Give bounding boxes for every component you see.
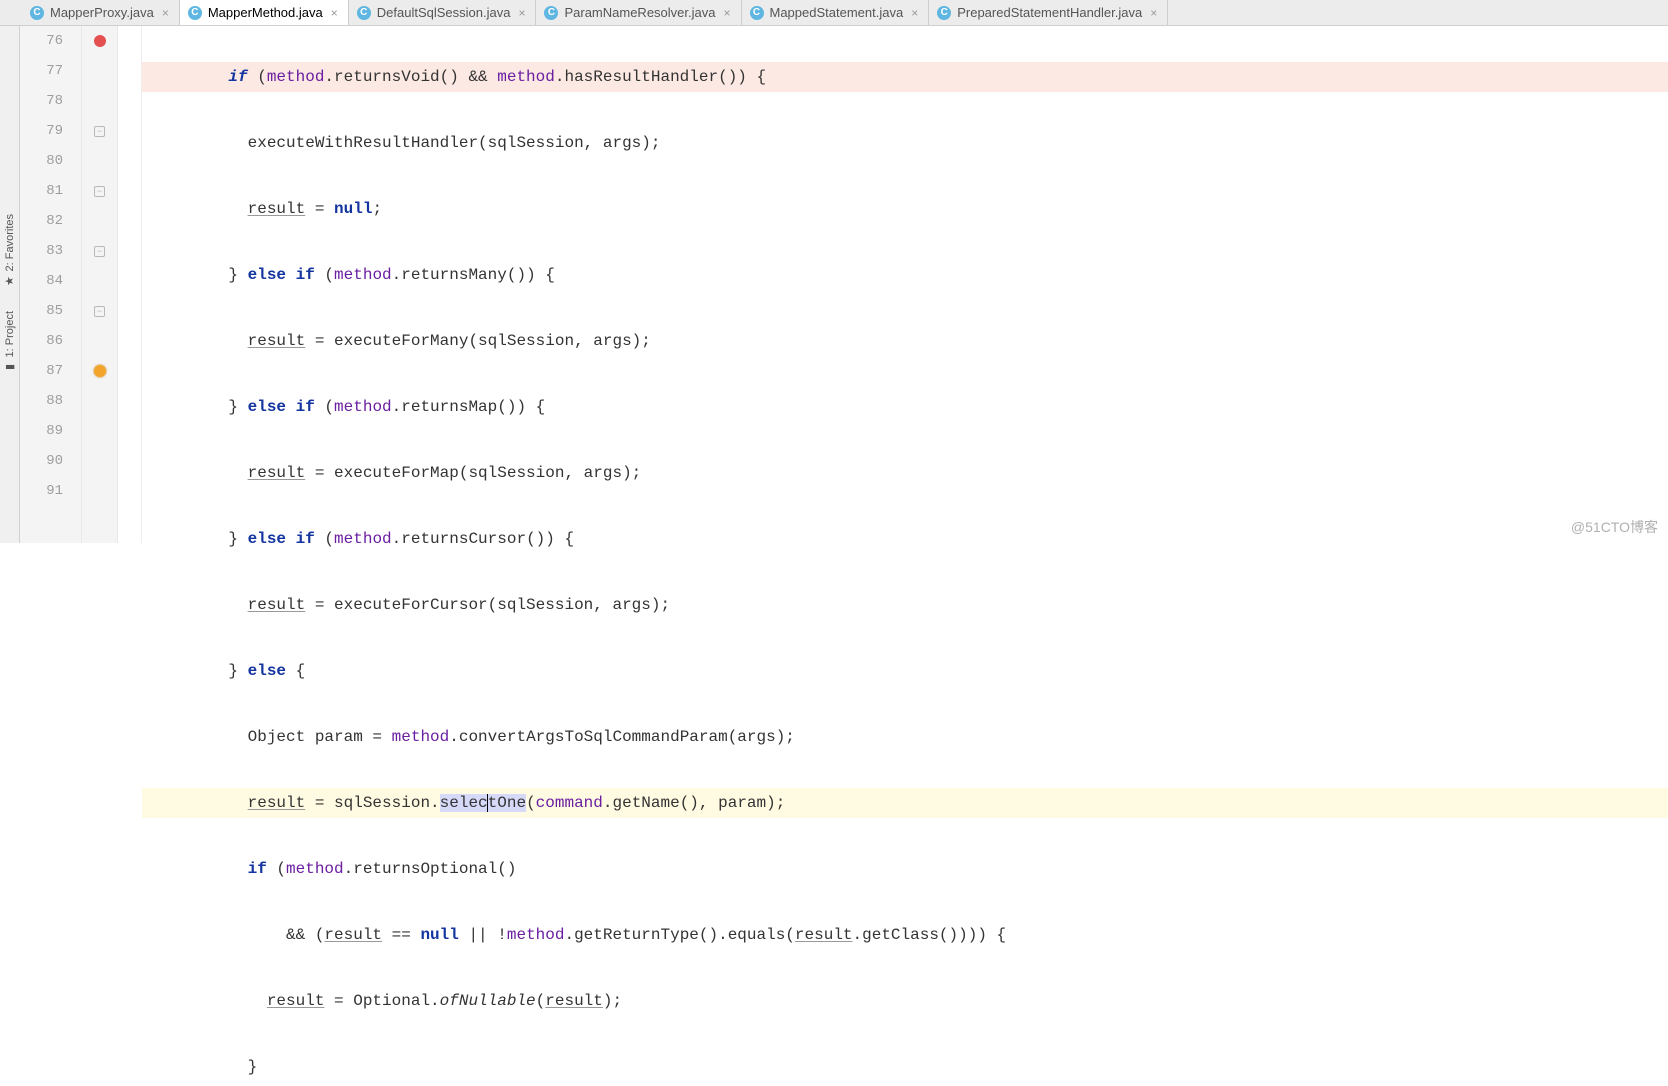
tab-preparedstatementhandler[interactable]: C PreparedStatementHandler.java × [929,0,1168,25]
code-line: } [142,1052,1668,1082]
line-number: 90 [20,446,63,476]
tab-label: ParamNameResolver.java [564,5,715,20]
tab-mappedstatement[interactable]: C MappedStatement.java × [742,0,930,25]
close-icon[interactable]: × [329,6,340,20]
tool-window-bar: ★ 2: Favorites ▮ 1: Project [0,26,20,543]
line-number: 88 [20,386,63,416]
java-class-icon: C [357,6,371,20]
fold-toggle-icon[interactable]: − [94,306,105,317]
java-class-icon: C [750,6,764,20]
java-class-icon: C [544,6,558,20]
project-tool-tab[interactable]: ▮ 1: Project [1,303,18,385]
tab-label: MapperProxy.java [50,5,154,20]
editor-tabs-bar: C MapperProxy.java × C MapperMethod.java… [0,0,1668,26]
line-number-gutter[interactable]: 76 77 78 79 80 81 82 83 84 85 86 87 88 8… [20,26,82,543]
line-number: 85 [20,296,63,326]
tab-label: PreparedStatementHandler.java [957,5,1142,20]
line-number: 89 [20,416,63,446]
code-line: result = Optional.ofNullable(result); [142,986,1668,1016]
code-line: } else { [142,656,1668,686]
code-line: Object param = method.convertArgsToSqlCo… [142,722,1668,752]
close-icon[interactable]: × [721,6,732,20]
line-number: 77 [20,56,63,86]
tab-mappermethod[interactable]: C MapperMethod.java × [180,0,349,25]
close-icon[interactable]: × [516,6,527,20]
java-class-icon: C [188,6,202,20]
code-line: } else if (method.returnsMap()) { [142,392,1668,422]
code-line: result = executeForMap(sqlSession, args)… [142,458,1668,488]
line-number: 81 [20,176,63,206]
line-number: 83 [20,236,63,266]
line-number: 79 [20,116,63,146]
intention-bulb-icon[interactable] [94,365,106,377]
code-editor[interactable]: if (method.returnsVoid() && method.hasRe… [142,26,1668,543]
tab-label: DefaultSqlSession.java [377,5,511,20]
tab-mapperproxy[interactable]: C MapperProxy.java × [22,0,180,25]
code-line: executeWithResultHandler(sqlSession, arg… [142,128,1668,158]
close-icon[interactable]: × [160,6,171,20]
annotation-gutter: − − − − [82,26,118,543]
tab-label: MappedStatement.java [770,5,904,20]
java-class-icon: C [937,6,951,20]
error-marker-icon[interactable] [94,35,106,47]
line-number: 91 [20,476,63,506]
code-line-cursor: result = sqlSession.selectOne(command.ge… [142,788,1668,818]
close-icon[interactable]: × [1148,6,1159,20]
watermark-text: @51CTO博客 [1571,517,1658,537]
code-line: result = executeForMany(sqlSession, args… [142,326,1668,356]
favorites-tool-tab[interactable]: ★ 2: Favorites [1,206,18,299]
java-class-icon: C [30,6,44,20]
line-number: 80 [20,146,63,176]
code-line: } else if (method.returnsCursor()) { [142,524,1668,554]
line-number: 84 [20,266,63,296]
line-number: 82 [20,206,63,236]
code-line: result = executeForCursor(sqlSession, ar… [142,590,1668,620]
line-number: 78 [20,86,63,116]
code-line: result = null; [142,194,1668,224]
code-line: if (method.returnsOptional() [142,854,1668,884]
tab-paramnameresolver[interactable]: C ParamNameResolver.java × [536,0,741,25]
tab-label: MapperMethod.java [208,5,323,20]
fold-column [118,26,142,543]
tab-defaultsqlsession[interactable]: C DefaultSqlSession.java × [349,0,537,25]
close-icon[interactable]: × [909,6,920,20]
fold-toggle-icon[interactable]: − [94,186,105,197]
line-number: 87 [20,356,63,386]
line-number: 76 [20,26,63,56]
code-line: } else if (method.returnsMany()) { [142,260,1668,290]
editor-area: ★ 2: Favorites ▮ 1: Project 76 77 78 79 … [0,26,1668,543]
fold-toggle-icon[interactable]: − [94,126,105,137]
fold-toggle-icon[interactable]: − [94,246,105,257]
code-line: && (result == null || !method.getReturnT… [142,920,1668,950]
code-line: if (method.returnsVoid() && method.hasRe… [142,62,1668,92]
line-number: 86 [20,326,63,356]
